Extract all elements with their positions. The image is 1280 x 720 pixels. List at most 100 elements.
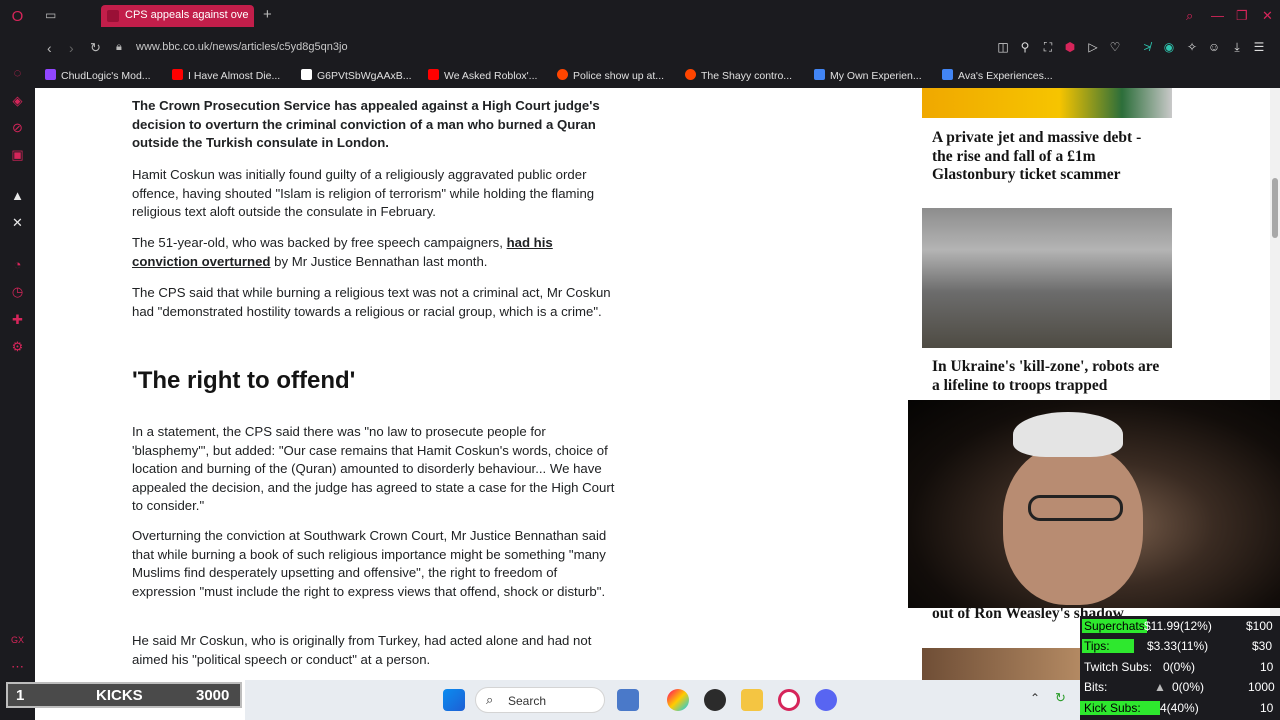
close-window-icon[interactable]: ✕ bbox=[1262, 8, 1273, 24]
section-heading: 'The right to offend' bbox=[132, 367, 356, 394]
player-icon[interactable]: ⊘ bbox=[9, 119, 26, 136]
crypto-wallet-icon[interactable]: ◈ bbox=[9, 92, 26, 109]
bookmark-item[interactable]: G6PVtSbWgAAxB... bbox=[301, 69, 412, 82]
minimize-icon[interactable]: — bbox=[1211, 8, 1224, 23]
bbc-favicon-icon bbox=[107, 10, 119, 22]
story-headline[interactable]: In Ukraine's 'kill-zone', robots are a l… bbox=[932, 358, 1162, 395]
webcam-person bbox=[1003, 445, 1143, 605]
adblock-icon[interactable]: ⬢ bbox=[1063, 40, 1077, 54]
clock-icon[interactable]: ◷ bbox=[9, 283, 26, 300]
webcam-cap bbox=[1013, 412, 1123, 457]
widgets-icon[interactable] bbox=[617, 689, 639, 711]
copilot-icon[interactable] bbox=[667, 689, 689, 711]
story-thumbnail[interactable] bbox=[922, 648, 1082, 680]
youtube-icon bbox=[172, 69, 183, 80]
opera-gx-icon[interactable] bbox=[778, 689, 800, 711]
search-tabs-icon[interactable]: ⌕ bbox=[1186, 8, 1193, 24]
taskbar-search[interactable]: ⌕ Search bbox=[475, 687, 605, 713]
article-paragraph: Hamit Coskun was initially found guilty … bbox=[132, 167, 595, 219]
download-icon[interactable]: ⤓ bbox=[1230, 40, 1244, 54]
aria-icon[interactable]: ◌ bbox=[9, 64, 26, 81]
x-icon[interactable]: ✕ bbox=[9, 214, 26, 231]
warning-icon: ▲ bbox=[1154, 680, 1166, 694]
article-paragraph: The 51-year-old, who was backed by free … bbox=[132, 235, 553, 269]
article-paragraph: In a statement, the CPS said there was "… bbox=[132, 424, 615, 513]
play-icon[interactable]: ▷ bbox=[1086, 40, 1100, 54]
scrollbar-thumb[interactable] bbox=[1272, 178, 1278, 238]
docs-icon bbox=[814, 69, 825, 80]
bookmarks-bar: ChudLogic's Mod... I Have Almost Die... … bbox=[35, 64, 1280, 88]
snapshot-icon[interactable]: ⛶ bbox=[1041, 40, 1055, 54]
stat-row: Twitch Subs: 0(0%) 10 bbox=[1084, 660, 1274, 674]
kicks-goal-bar: 1 KICKS 3000 bbox=[6, 682, 242, 708]
story-headline[interactable]: A private jet and massive debt - the ris… bbox=[932, 129, 1162, 185]
stat-row: Bits: ▲ 0(0%) 1000 bbox=[1084, 680, 1275, 694]
webcam-glasses bbox=[1028, 495, 1123, 521]
stat-row: Kick Subs: 4(40%) 10 bbox=[1080, 698, 1280, 718]
kicks-goal: 3000 bbox=[196, 687, 230, 704]
windows-taskbar: ⌕ Search ⌃ ↻ bbox=[245, 680, 1080, 720]
tray-chevron-icon[interactable]: ⌃ bbox=[1030, 691, 1040, 705]
bookmark-item[interactable]: ChudLogic's Mod... bbox=[45, 69, 151, 82]
new-tab-button[interactable]: + bbox=[263, 7, 272, 22]
article-paragraph: The CPS said that while burning a religi… bbox=[132, 285, 611, 319]
lock-icon: 🔒︎ bbox=[116, 41, 122, 53]
docs-icon bbox=[942, 69, 953, 80]
opera-sidebar: O ◌ ◈ ⊘ ▣ ▲ ✕ ◔ ◷ ✚ ⚙ GX ⋯ bbox=[0, 0, 35, 720]
tab-active[interactable]: CPS appeals against overt bbox=[101, 5, 254, 27]
translate-icon[interactable]: ≯ bbox=[1140, 40, 1154, 54]
url-field[interactable]: www.bbc.co.uk/news/articles/c5yd8g5qn3jo bbox=[136, 41, 348, 53]
article-lead: The Crown Prosecution Service has appeal… bbox=[132, 98, 600, 150]
story-thumbnail[interactable] bbox=[922, 208, 1172, 348]
file-explorer-icon[interactable] bbox=[741, 689, 763, 711]
bookmark-item[interactable]: My Own Experien... bbox=[814, 69, 922, 82]
messenger-icon[interactable]: ▣ bbox=[9, 146, 26, 163]
forward-icon[interactable]: › bbox=[69, 40, 74, 56]
bookmark-item[interactable]: Ava's Experiences... bbox=[942, 69, 1053, 82]
settings-icon[interactable]: ⚙ bbox=[9, 338, 26, 355]
youtube-icon bbox=[428, 69, 439, 80]
favorites-icon[interactable]: ♡ bbox=[1108, 40, 1122, 54]
tab-menu-icon[interactable]: ▭ bbox=[45, 8, 56, 22]
more-icon[interactable]: ⋯ bbox=[9, 658, 26, 675]
gx-icon[interactable]: GX bbox=[9, 632, 26, 649]
article-paragraph: He said Mr Coskun, who is originally fro… bbox=[132, 633, 592, 667]
bookmark-item[interactable]: Police show up at... bbox=[557, 69, 664, 82]
search-icon: ⌕ bbox=[486, 692, 494, 707]
sync-icon[interactable]: ↻ bbox=[1055, 690, 1066, 706]
history-icon[interactable]: ◔ bbox=[9, 256, 26, 273]
kicks-count: 1 bbox=[16, 687, 25, 704]
bookmark-item[interactable]: I Have Almost Die... bbox=[172, 69, 280, 82]
article-paragraph: Overturning the conviction at Southwark … bbox=[132, 528, 607, 599]
extensions-icon[interactable]: ✚ bbox=[9, 311, 26, 328]
tab-title: CPS appeals against overt bbox=[125, 9, 249, 21]
reddit-icon bbox=[557, 69, 568, 80]
opera-logo-icon[interactable]: O bbox=[9, 8, 26, 25]
windows-start-icon[interactable] bbox=[443, 689, 465, 711]
account-extension-icon[interactable]: ◉ bbox=[1162, 40, 1176, 54]
stat-row: Tips: $3.33(11%) $30 bbox=[1082, 639, 1273, 653]
twitch-icon bbox=[45, 69, 56, 80]
obs-icon[interactable] bbox=[704, 689, 726, 711]
extensions-puzzle-icon[interactable]: ✧ bbox=[1185, 40, 1199, 54]
x-icon bbox=[301, 69, 312, 80]
bookmark-item[interactable]: We Asked Roblox'... bbox=[428, 69, 537, 82]
maximize-icon[interactable]: ❐ bbox=[1236, 8, 1248, 24]
tab-strip: ▭ CPS appeals against overt + ⌕ — ❐ ✕ bbox=[35, 0, 1280, 32]
discord-icon[interactable] bbox=[815, 689, 837, 711]
aria-ai-icon[interactable]: ▲ bbox=[9, 187, 26, 204]
reload-icon[interactable]: ↻ bbox=[90, 40, 101, 56]
stat-row: Superchats $11.99(12%) $100 bbox=[1082, 619, 1273, 633]
bookmark-item[interactable]: The Shayy contro... bbox=[685, 69, 792, 82]
back-icon[interactable]: ‹ bbox=[47, 40, 52, 56]
profile-icon[interactable]: ☺ bbox=[1207, 40, 1221, 54]
pin-icon[interactable]: ⚲ bbox=[1018, 40, 1032, 54]
webcam-overlay bbox=[908, 400, 1280, 608]
easy-setup-icon[interactable]: ☰ bbox=[1252, 40, 1266, 54]
kicks-label: KICKS bbox=[96, 687, 143, 704]
address-bar: ‹ › ↻ 🔒︎ www.bbc.co.uk/news/articles/c5y… bbox=[35, 32, 1280, 64]
story-thumbnail[interactable] bbox=[922, 88, 1172, 118]
stream-goals-panel: Superchats $11.99(12%) $100 Tips: $3.33(… bbox=[1080, 616, 1280, 720]
reddit-icon bbox=[685, 69, 696, 80]
split-view-icon[interactable]: ◫ bbox=[996, 40, 1010, 54]
